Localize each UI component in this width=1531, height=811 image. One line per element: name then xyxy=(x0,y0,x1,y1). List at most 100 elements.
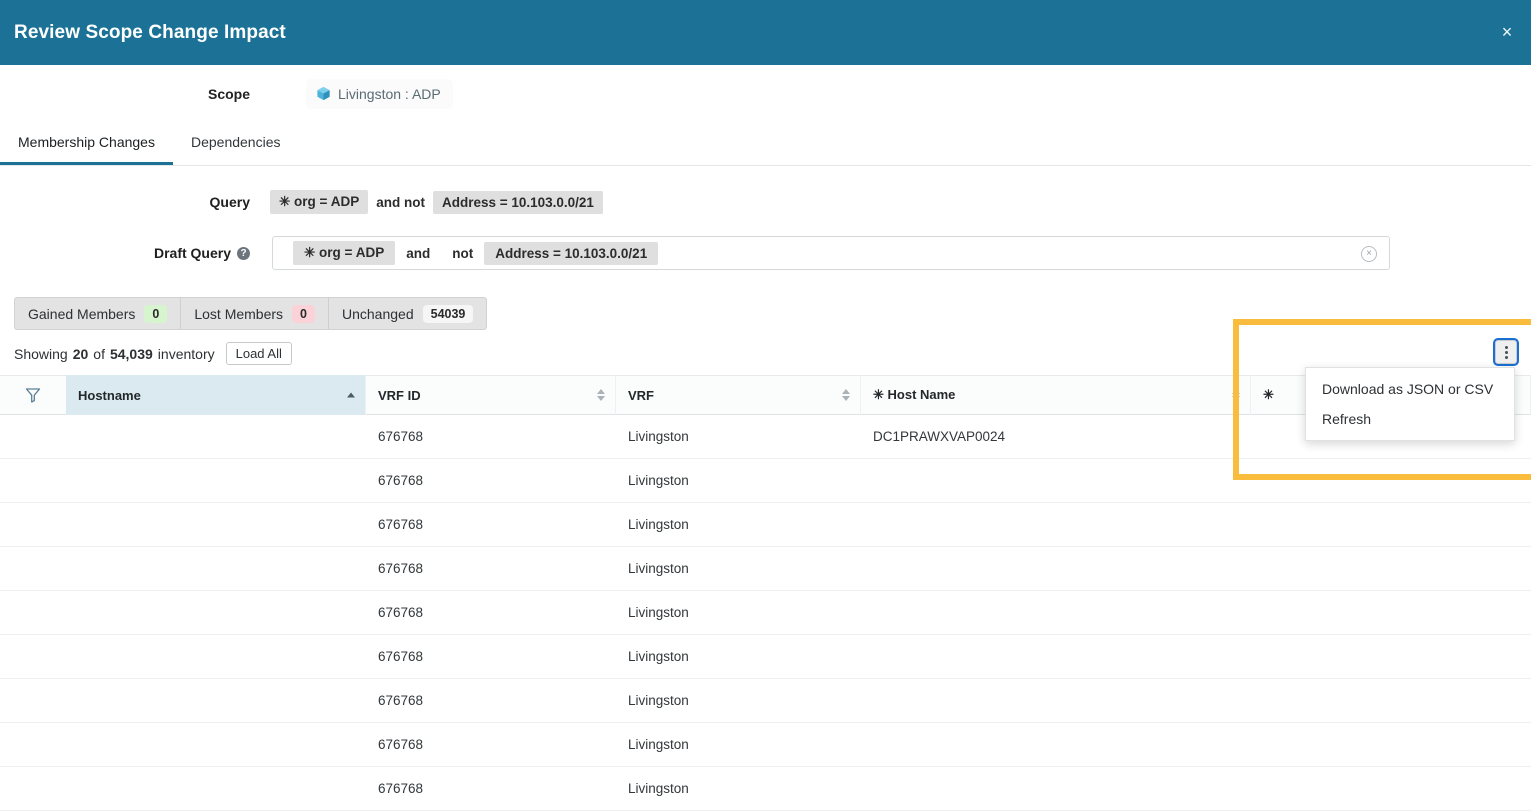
menu-item-refresh[interactable]: Refresh xyxy=(1306,404,1514,434)
scope-chip[interactable]: Livingston : ADP xyxy=(306,78,453,109)
segment-lost-members[interactable]: Lost Members 0 xyxy=(181,298,329,329)
page-title: Review Scope Change Impact xyxy=(14,21,286,43)
kebab-menu-icon[interactable] xyxy=(1495,340,1517,364)
draft-query-label: Draft Query ? xyxy=(0,245,250,261)
cell-vrf: Livingston xyxy=(628,781,689,796)
cell-hostname xyxy=(66,767,366,811)
sort-indicator-vrf[interactable] xyxy=(842,389,850,401)
cell-vrf_id: 676768 xyxy=(378,693,424,708)
column-label-extra: ✳ xyxy=(1263,387,1274,402)
draft-operator-and[interactable]: and xyxy=(395,246,441,261)
row-filter-cell xyxy=(0,591,66,635)
query-label: Query xyxy=(209,194,250,210)
showing-total: 54,039 xyxy=(109,345,153,362)
table-row[interactable]: 676768 Livingston xyxy=(0,679,1531,723)
cell-host_name xyxy=(861,503,1251,547)
tab-membership-changes[interactable]: Membership Changes xyxy=(0,122,173,165)
kebab-dot-2 xyxy=(1504,350,1508,354)
cell-hostname xyxy=(66,415,366,459)
draft-token-address[interactable]: Address = 10.103.0.0/21 xyxy=(484,241,659,265)
sort-indicator-host-name[interactable] xyxy=(1232,389,1240,401)
sort-indicator-vrf-id[interactable] xyxy=(597,389,605,401)
menu-item-download[interactable]: Download as JSON or CSV xyxy=(1306,374,1514,404)
cell-last_col xyxy=(1251,679,1531,723)
column-header-host-name[interactable]: ✳ Host Name xyxy=(861,375,1251,415)
table-row[interactable]: 676768 Livingston xyxy=(0,767,1531,811)
table-row[interactable]: 676768 Livingston xyxy=(0,547,1531,591)
column-header-vrf[interactable]: VRF xyxy=(616,375,861,415)
column-label-vrf-id: VRF ID xyxy=(378,387,421,403)
row-filter-cell xyxy=(0,723,66,767)
column-header-hostname[interactable]: Hostname xyxy=(66,375,366,415)
cell-hostname xyxy=(66,503,366,547)
draft-token-org[interactable]: ✳ org = ADP xyxy=(293,241,396,265)
cell-host_name: DC1PRAWXVAP0024 xyxy=(873,429,1006,444)
cell-vrf: Livingston xyxy=(628,429,689,444)
column-label-hostname: Hostname xyxy=(78,387,141,403)
cell-vrf: Livingston xyxy=(628,649,689,664)
cell-last_col xyxy=(1251,767,1531,811)
cube-icon xyxy=(316,86,338,101)
row-filter-cell xyxy=(0,459,66,503)
table-row[interactable]: 676768 Livingston xyxy=(0,635,1531,679)
inventory-table: Hostname VRF ID VRF ✳ Host Name ✳ 676768… xyxy=(0,375,1531,811)
scope-chip-label: Livingston : ADP xyxy=(338,85,441,102)
draft-query-expression: ✳ org = ADP and not Address = 10.103.0.0… xyxy=(293,241,659,265)
table-row[interactable]: 676768 Livingston DC1PRAWXVAP0024 xyxy=(0,415,1531,459)
cell-host_name xyxy=(861,591,1251,635)
cell-vrf_id: 676768 xyxy=(378,473,424,488)
showing-count: 20 xyxy=(72,345,89,362)
row-filter-cell xyxy=(0,679,66,723)
table-row[interactable]: 676768 Livingston xyxy=(0,591,1531,635)
query-operator: and not xyxy=(376,194,425,210)
table-row[interactable]: 676768 Livingston xyxy=(0,459,1531,503)
draft-query-label-text: Draft Query xyxy=(153,245,231,261)
segment-unchanged-count: 54039 xyxy=(422,304,474,323)
segment-gained-count: 0 xyxy=(144,304,168,323)
filter-icon[interactable] xyxy=(0,375,66,415)
segment-unchanged[interactable]: Unchanged 54039 xyxy=(329,298,486,329)
cell-vrf_id: 676768 xyxy=(378,517,424,532)
cell-host_name xyxy=(861,459,1251,503)
cell-host_name xyxy=(861,679,1251,723)
actions-dropdown-menu: Download as JSON or CSV Refresh xyxy=(1305,367,1515,441)
cell-vrf: Livingston xyxy=(628,517,689,532)
table-row[interactable]: 676768 Livingston xyxy=(0,723,1531,767)
cell-last_col xyxy=(1251,723,1531,767)
tab-dependencies[interactable]: Dependencies xyxy=(173,122,299,165)
segment-gained-members[interactable]: Gained Members 0 xyxy=(15,298,182,329)
column-label-host-name: ✳ Host Name xyxy=(873,387,956,402)
showing-suffix: inventory xyxy=(157,345,215,362)
help-icon[interactable]: ? xyxy=(237,246,250,260)
close-icon[interactable]: × xyxy=(1495,20,1519,44)
scope-label: Scope xyxy=(207,85,250,102)
draft-query-input[interactable]: ✳ org = ADP and not Address = 10.103.0.0… xyxy=(272,236,1390,270)
cell-hostname xyxy=(66,679,366,723)
table-header-row: Hostname VRF ID VRF ✳ Host Name ✳ xyxy=(0,375,1531,415)
row-filter-cell xyxy=(0,767,66,811)
segment-lost-label: Lost Members xyxy=(194,305,284,322)
table-row[interactable]: 676768 Livingston xyxy=(0,503,1531,547)
clear-draft-query-icon[interactable]: × xyxy=(1361,246,1377,262)
load-all-button[interactable]: Load All xyxy=(225,342,292,365)
segment-gained-label: Gained Members xyxy=(28,305,136,322)
sort-indicator-hostname[interactable] xyxy=(347,392,355,398)
column-header-vrf-id[interactable]: VRF ID xyxy=(366,375,616,415)
kebab-dot-3 xyxy=(1504,355,1508,359)
cell-vrf: Livingston xyxy=(628,693,689,708)
segment-unchanged-label: Unchanged xyxy=(342,305,414,322)
draft-operator-not[interactable]: not xyxy=(441,246,484,261)
cell-last_col xyxy=(1251,591,1531,635)
cell-hostname xyxy=(66,723,366,767)
cell-host_name xyxy=(861,547,1251,591)
cell-host_name xyxy=(861,635,1251,679)
cell-vrf: Livingston xyxy=(628,737,689,752)
showing-prefix: Showing xyxy=(14,345,68,362)
cell-host_name xyxy=(861,767,1251,811)
cell-last_col xyxy=(1251,547,1531,591)
row-filter-cell xyxy=(0,503,66,547)
showing-line: Showing 20 of 54,039 inventory Load All xyxy=(14,342,292,365)
cell-vrf_id: 676768 xyxy=(378,737,424,752)
cell-vrf: Livingston xyxy=(628,605,689,620)
cell-last_col xyxy=(1251,459,1531,503)
